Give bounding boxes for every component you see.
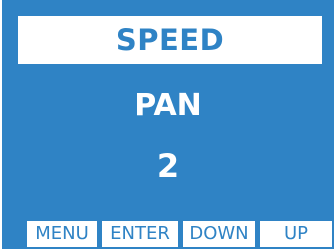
speed-value: 2 — [156, 147, 180, 185]
down-button[interactable]: DOWN — [183, 221, 255, 247]
up-button[interactable]: UP — [260, 221, 332, 247]
screen-title: SPEED — [115, 22, 225, 57]
enter-button[interactable]: ENTER — [102, 221, 178, 247]
title-bar: SPEED — [18, 16, 322, 64]
lcd-screen: SPEED PAN 2 MENU ENTER DOWN UP — [0, 0, 336, 251]
menu-button[interactable]: MENU — [27, 221, 97, 247]
mode-label: PAN — [134, 88, 202, 123]
